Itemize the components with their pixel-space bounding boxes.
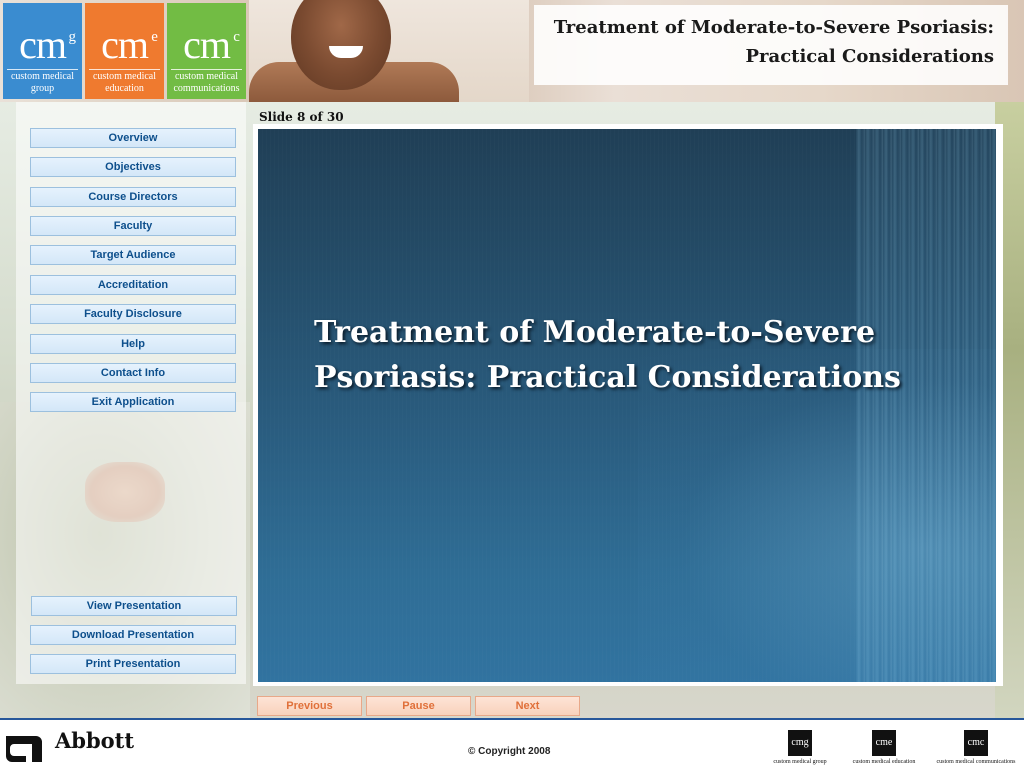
nav-accreditation-button[interactable]: Accreditation	[30, 275, 236, 295]
cmg-logo: cm g custom medical group	[3, 3, 82, 99]
header-title-line1: Treatment of Moderate-to-Severe Psoriasi…	[553, 17, 994, 38]
nav-faculty-disclosure-button[interactable]: Faculty Disclosure	[30, 304, 236, 324]
nav-objectives-button[interactable]: Objectives	[30, 157, 236, 177]
copyright-text: © Copyright 2008	[468, 746, 551, 757]
header-title-line2: Practical Considerations	[745, 46, 994, 67]
abbott-brand: Abbott	[55, 728, 135, 753]
footer-cmc-logo: cmc custom medical communications	[928, 730, 1024, 765]
view-presentation-button[interactable]: View Presentation	[31, 596, 237, 616]
next-button[interactable]: Next	[475, 696, 580, 716]
footer-cmg-logo: cmg custom medical group	[764, 730, 836, 765]
nav-contact-info-button[interactable]: Contact Info	[30, 363, 236, 383]
slide-counter: Slide 8 of 30	[259, 110, 344, 124]
header: cm g custom medical group cm e custom medi…	[0, 0, 1024, 102]
previous-button[interactable]: Previous	[257, 696, 362, 716]
print-presentation-button[interactable]: Print Presentation	[30, 654, 236, 674]
nav-target-audience-button[interactable]: Target Audience	[30, 245, 236, 265]
cme-logo: cm e custom medical education	[85, 3, 164, 99]
slide-title-line2: Psoriasis: Practical Considerations	[314, 360, 901, 395]
pause-button[interactable]: Pause	[366, 696, 471, 716]
nav-faculty-button[interactable]: Faculty	[30, 216, 236, 236]
download-presentation-button[interactable]: Download Presentation	[30, 625, 236, 645]
header-title-box: Treatment of Moderate-to-Severe Psoriasi…	[534, 5, 1008, 85]
nav-course-directors-button[interactable]: Course Directors	[30, 187, 236, 207]
slide-viewer: Treatment of Moderate-to-Severe Psoriasi…	[258, 129, 996, 682]
nav-overview-button[interactable]: Overview	[30, 128, 236, 148]
cmc-logo: cm c custom medical communications	[167, 3, 246, 99]
footer: Abbott © Copyright 2008 cmg custom medic…	[0, 718, 1024, 770]
abbott-logo-icon	[6, 736, 42, 762]
footer-cme-logo: cme custom medical education	[846, 730, 922, 765]
slide-title-line1: Treatment of Moderate-to-Severe	[314, 315, 876, 350]
nav-exit-application-button[interactable]: Exit Application	[30, 392, 236, 412]
nav-help-button[interactable]: Help	[30, 334, 236, 354]
header-hero-photo	[249, 0, 529, 102]
